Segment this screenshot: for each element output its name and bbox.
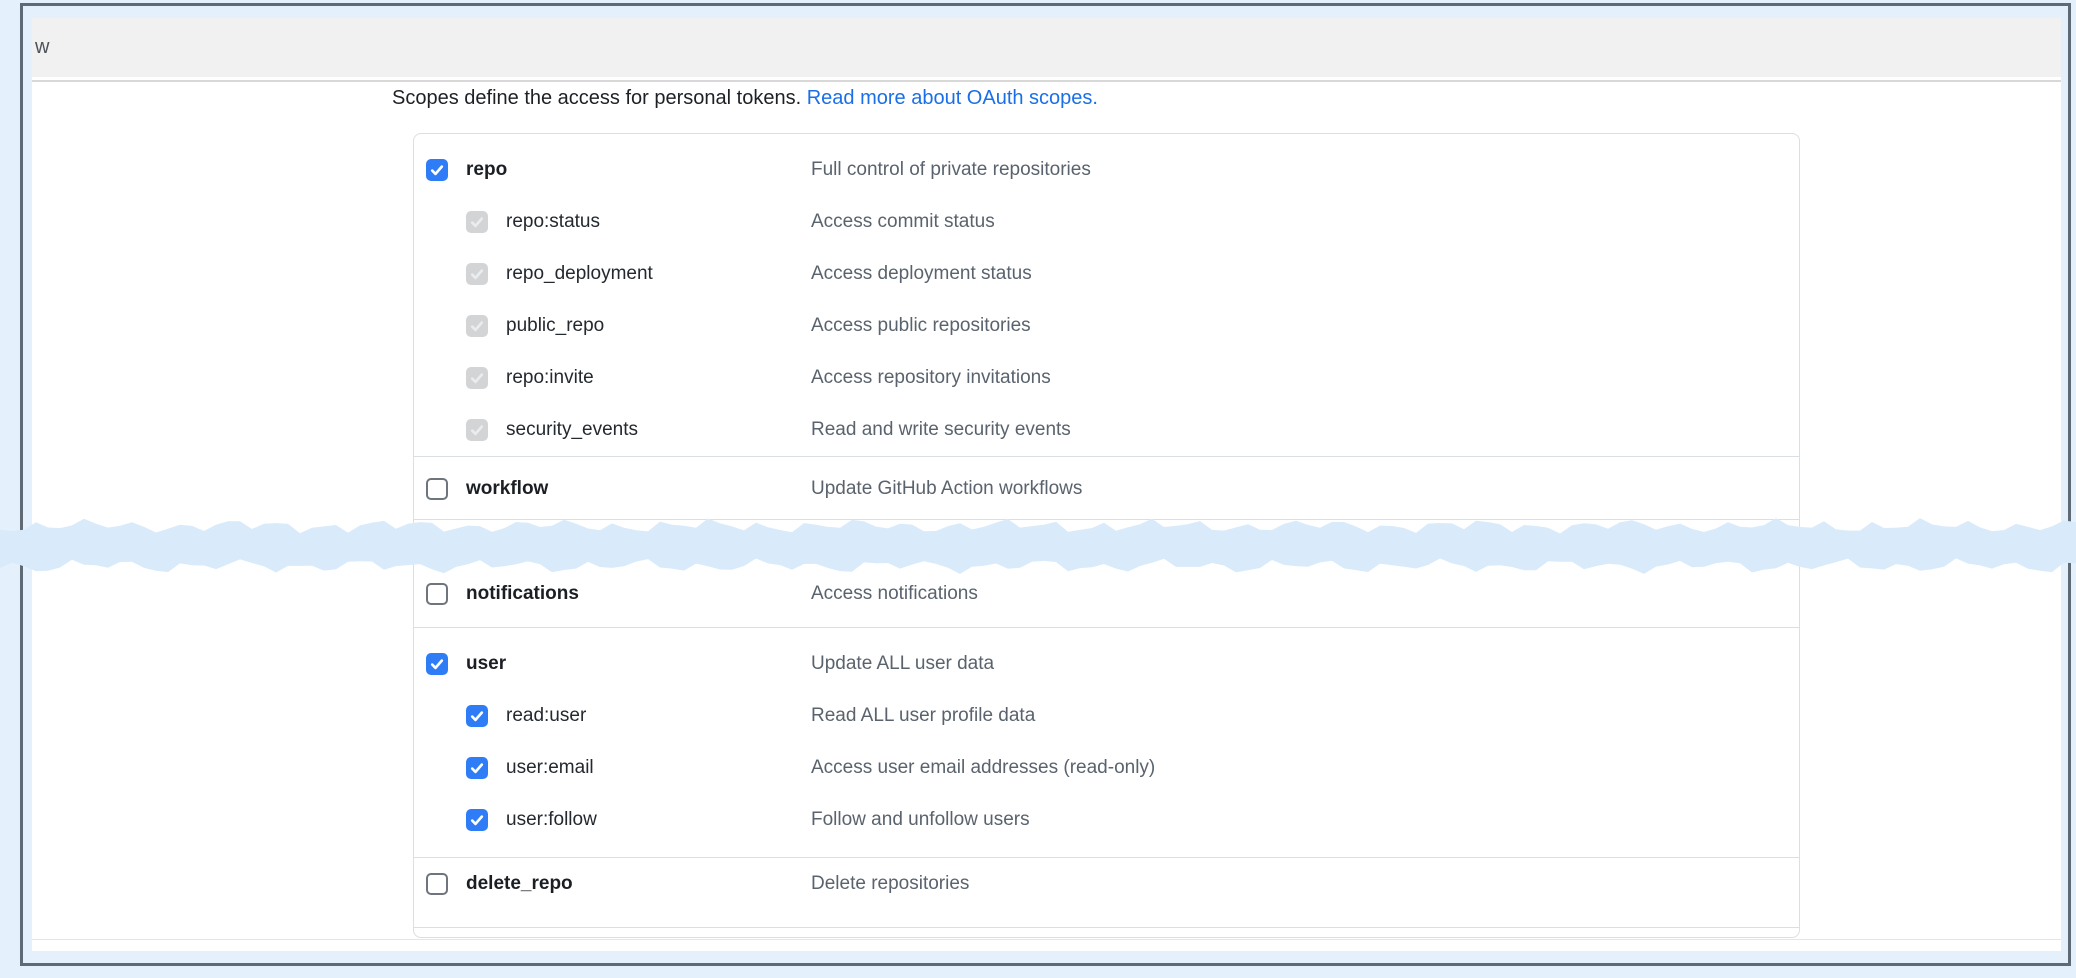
header-bar: w: [32, 18, 2061, 77]
scope-name-user:follow[interactable]: user:follow: [506, 809, 597, 831]
checkbox-user:follow[interactable]: [466, 809, 488, 831]
scope-name-public_repo: public_repo: [506, 315, 604, 337]
scope-row-repo_deployment: repo_deployment Access deployment status: [414, 248, 1799, 300]
scope-row-user:follow: user:follow Follow and unfollow users: [414, 794, 1799, 846]
scope-description: Update ALL user data: [811, 653, 994, 675]
section-divider: [32, 939, 2061, 940]
scope-row-user:email: user:email Access user email addresses (r…: [414, 742, 1799, 794]
scope-name-security_events: security_events: [506, 419, 638, 441]
scope-label-cell: user:follow: [414, 809, 811, 831]
scope-label-cell: user:email: [414, 757, 811, 779]
scope-row-delete_repo: delete_repo Delete repositories: [414, 858, 1799, 910]
scope-name-user:email[interactable]: user:email: [506, 757, 594, 779]
scope-description: Access deployment status: [811, 263, 1032, 285]
scope-label-cell: security_events: [414, 419, 811, 441]
checkbox-user:email[interactable]: [466, 757, 488, 779]
scope-row-repo: repo Full control of private repositories: [414, 144, 1799, 196]
scope-label-cell: public_repo: [414, 315, 811, 337]
scope-group: [414, 927, 1799, 937]
scope-row-read:user: read:user Read ALL user profile data: [414, 690, 1799, 742]
scope-label-cell: notifications: [414, 583, 811, 605]
checkbox-workflow[interactable]: [426, 478, 448, 500]
scope-description: Delete repositories: [811, 873, 969, 895]
scope-description: Access public repositories: [811, 315, 1031, 337]
checkbox-user[interactable]: [426, 653, 448, 675]
scope-group: workflow Update GitHub Action workflows: [414, 456, 1799, 519]
scope-label-cell: repo:invite: [414, 367, 811, 389]
scope-name-repo[interactable]: repo: [466, 159, 507, 181]
scope-name-repo:invite: repo:invite: [506, 367, 594, 389]
scope-label-cell: repo_deployment: [414, 263, 811, 285]
scope-description: Read ALL user profile data: [811, 705, 1035, 727]
checkbox-read:user[interactable]: [466, 705, 488, 727]
checkbox-repo:invite: [466, 367, 488, 389]
checkbox-repo_deployment: [466, 263, 488, 285]
scope-description: Full control of private repositories: [811, 159, 1091, 181]
scopes-intro: Scopes define the access for personal to…: [392, 87, 1098, 110]
torn-edge-decoration: [0, 514, 2076, 578]
browser-page: w Scopes define the access for personal …: [32, 18, 2061, 951]
scope-name-workflow[interactable]: workflow: [466, 478, 548, 500]
scope-name-repo:status: repo:status: [506, 211, 600, 233]
scope-description: Follow and unfollow users: [811, 809, 1030, 831]
scope-row-workflow: workflow Update GitHub Action workflows: [414, 463, 1799, 515]
scope-row-public_repo: public_repo Access public repositories: [414, 300, 1799, 352]
header-bar-label: w: [32, 18, 49, 77]
scope-label-cell: repo: [414, 159, 811, 181]
scope-name-notifications[interactable]: notifications: [466, 583, 579, 605]
checkbox-notifications[interactable]: [426, 583, 448, 605]
checkbox-repo[interactable]: [426, 159, 448, 181]
scope-name-user[interactable]: user: [466, 653, 506, 675]
scope-name-read:user[interactable]: read:user: [506, 705, 586, 727]
oauth-scopes-link[interactable]: Read more about OAuth scopes.: [807, 87, 1098, 109]
scope-label-cell: user: [414, 653, 811, 675]
scope-description: Access repository invitations: [811, 367, 1051, 389]
scope-label-cell: workflow: [414, 478, 811, 500]
scope-group: repo Full control of private repositories…: [414, 134, 1799, 456]
header-divider: [32, 80, 2061, 82]
scope-description: Access notifications: [811, 583, 978, 605]
scope-description: Access user email addresses (read-only): [811, 757, 1155, 779]
scope-group: user Update ALL user data read:user Read AL…: [414, 627, 1799, 857]
scope-description: Read and write security events: [811, 419, 1071, 441]
checkbox-delete_repo[interactable]: [426, 873, 448, 895]
scope-label-cell: delete_repo: [414, 873, 811, 895]
scope-group: delete_repo Delete repositories: [414, 857, 1799, 927]
scope-row-security_events: security_events Read and write security e…: [414, 404, 1799, 456]
scope-name-delete_repo[interactable]: delete_repo: [466, 873, 573, 895]
scope-label-cell: read:user: [414, 705, 811, 727]
scope-name-repo_deployment: repo_deployment: [506, 263, 653, 285]
scope-description: Update GitHub Action workflows: [811, 478, 1082, 500]
checkbox-repo:status: [466, 211, 488, 233]
scope-row-repo:status: repo:status Access commit status: [414, 196, 1799, 248]
checkbox-security_events: [466, 419, 488, 441]
scope-row-user: user Update ALL user data: [414, 638, 1799, 690]
scope-description: Access commit status: [811, 211, 995, 233]
scopes-intro-text: Scopes define the access for personal to…: [392, 87, 801, 109]
scope-row-repo:invite: repo:invite Access repository invitations: [414, 352, 1799, 404]
checkbox-public_repo: [466, 315, 488, 337]
scope-label-cell: repo:status: [414, 211, 811, 233]
